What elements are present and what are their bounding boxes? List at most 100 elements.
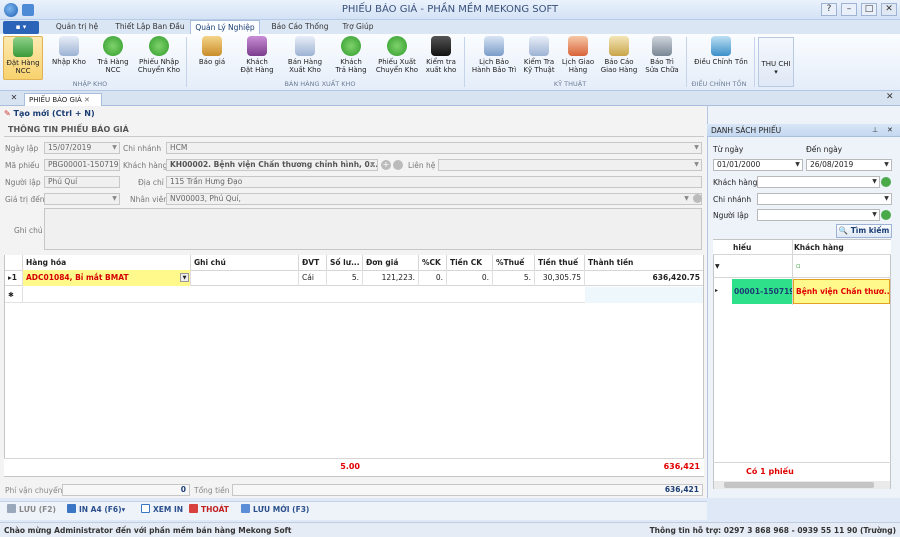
col-header-thanh-tien[interactable]: Thành tiền: [585, 255, 703, 270]
chevron-down-icon[interactable]: ▼: [870, 177, 879, 187]
tra-hang-ncc-button[interactable]: Trả Hàng NCC: [92, 36, 134, 80]
cell-tien-thue[interactable]: 30,305.75: [535, 270, 585, 286]
chevron-down-icon[interactable]: ▼: [692, 143, 701, 153]
chevron-down-icon[interactable]: ▼: [882, 194, 891, 204]
preview-button[interactable]: XEM IN: [138, 503, 186, 517]
new-row-total-cell[interactable]: [585, 287, 703, 303]
col-header-so-phieu[interactable]: hiếu: [733, 243, 751, 252]
col-header-ck[interactable]: %CK: [419, 255, 447, 270]
help-button[interactable]: ?: [821, 3, 837, 16]
phi-van-chuyen-field[interactable]: 0: [62, 484, 190, 496]
cell-ck[interactable]: 0.: [419, 270, 447, 286]
filter-row[interactable]: [713, 256, 891, 278]
refresh-icon[interactable]: [881, 177, 891, 187]
new-button[interactable]: ✎ Tạo mới (Ctrl + N): [4, 109, 95, 118]
col-header-thue[interactable]: %Thuế: [493, 255, 535, 270]
tab-bao-cao[interactable]: Báo Cáo Thống Kê: [266, 20, 334, 44]
close-window-button[interactable]: ✕: [881, 3, 897, 16]
khach-hang-field[interactable]: KH00002. Bệnh viện Chấn thương chỉnh hìn…: [166, 159, 378, 171]
nhan-vien-field[interactable]: NV00003, Phú Quí,: [166, 193, 702, 205]
pin-icon[interactable]: ⊥: [872, 126, 878, 134]
lich-giao-hang-button[interactable]: Lịch Giao Hàng: [560, 36, 596, 80]
tab-tro-giup[interactable]: Trợ Giúp: [338, 20, 378, 34]
row-phieu-cell[interactable]: 00001-150719: [732, 279, 792, 304]
tab-thiet-lap[interactable]: Thiết Lập Ban Đầu: [114, 20, 186, 34]
file-menu-button[interactable]: ▪ ▾: [3, 21, 39, 34]
chevron-down-icon[interactable]: ▼: [180, 273, 189, 282]
chi-nhanh-field[interactable]: HCM: [166, 142, 702, 154]
refresh-icon[interactable]: [393, 160, 403, 170]
nhap-kho-button[interactable]: Nhập Kho: [48, 36, 90, 80]
panel-menu-icon[interactable]: ✕: [886, 92, 894, 102]
chevron-down-icon[interactable]: ▼: [682, 194, 691, 204]
save-button[interactable]: LƯU (F2): [4, 503, 59, 517]
nguoi-lap-field[interactable]: Phú Quí: [44, 176, 120, 188]
dieu-chinh-ton-button[interactable]: Điều Chỉnh Tồn: [690, 36, 752, 80]
bao-gia-button[interactable]: Báo giá: [192, 36, 232, 80]
phieu-nhap-chuyen-kho-button[interactable]: Phiếu Nhập Chuyển Kho: [136, 36, 182, 80]
dat-hang-ncc-button[interactable]: Đặt Hàng NCC: [3, 36, 43, 80]
lich-bao-hanh-button[interactable]: Lịch Bảo Hành Bảo Trì: [468, 36, 520, 80]
close-icon[interactable]: ✕: [8, 93, 20, 104]
col-header-tien-ck[interactable]: Tiền CK: [447, 255, 493, 270]
col-header-so-luong[interactable]: Số lư...: [327, 255, 363, 270]
col-header-tien-thue[interactable]: Tiền thuế: [535, 255, 585, 270]
tab-quan-ly-nghiep-vu[interactable]: Quản Lý Nghiệp Vụ: [190, 20, 260, 45]
phieu-xuat-chuyen-kho-button[interactable]: Phiếu Xuất Chuyển Kho: [374, 36, 420, 80]
bao-tri-sua-chua-button[interactable]: Báo Trì Sửa Chữa: [642, 36, 682, 80]
thu-chi-menu-button[interactable]: THU CHI ▾: [758, 37, 794, 87]
ma-phieu-field[interactable]: PBG00001-150719: [44, 159, 120, 171]
chevron-down-icon[interactable]: ▼: [692, 160, 701, 170]
chevron-down-icon[interactable]: ▼: [110, 143, 119, 153]
close-tab-icon[interactable]: ✕: [84, 96, 90, 104]
tu-ngay-field[interactable]: 01/01/2000: [713, 159, 803, 171]
col-header-khach-hang[interactable]: Khách hàng: [794, 243, 844, 252]
tab-phieu-bao-gia[interactable]: PHIẾU BÁO GIÁ ✕: [24, 93, 102, 106]
save-new-button[interactable]: LƯU MỚI (F3): [238, 503, 312, 517]
ban-hang-xuat-kho-button[interactable]: Bán Hàng Xuất Kho: [282, 36, 328, 80]
col-header-hang-hoa[interactable]: Hàng hóa: [23, 255, 191, 270]
chevron-down-icon[interactable]: ▼: [870, 210, 879, 220]
cell-ghi-chu[interactable]: [191, 270, 299, 286]
row-khach-hang-cell[interactable]: Bệnh viện Chấn thươ...: [793, 279, 890, 304]
nl-filter-field[interactable]: [757, 209, 880, 221]
col-header-ghi-chu[interactable]: Ghi chú: [191, 255, 299, 270]
chevron-down-icon[interactable]: ▼: [110, 194, 119, 204]
cn-filter-field[interactable]: [757, 193, 892, 205]
col-header-dvt[interactable]: ĐVT: [299, 255, 327, 270]
chevron-down-icon[interactable]: ▼: [793, 160, 802, 170]
print-a4-button[interactable]: IN A4 (F6)▾: [64, 503, 128, 517]
exit-button[interactable]: THOÁT: [186, 503, 232, 517]
tab-quan-tri[interactable]: Quản trị hệ thống: [44, 20, 110, 44]
bao-cao-giao-hang-button[interactable]: Báo Cáo Giao Hàng: [598, 36, 640, 80]
dia-chi-field[interactable]: 115 Trần Hưng Đạo: [166, 176, 702, 188]
refresh-icon[interactable]: [881, 210, 891, 220]
filter-icon[interactable]: ▫: [796, 262, 801, 270]
kh-filter-field[interactable]: [757, 176, 880, 188]
add-customer-icon[interactable]: +: [381, 160, 391, 170]
col-header-don-gia[interactable]: Đơn giá: [363, 255, 419, 270]
ghi-chu-field[interactable]: [44, 208, 702, 250]
cell-tien-ck[interactable]: 0.: [447, 270, 493, 286]
search-button[interactable]: 🔍 Tìm kiếm: [836, 224, 892, 238]
ngay-lap-field[interactable]: 15/07/2019: [44, 142, 120, 154]
maximize-button[interactable]: □: [861, 3, 877, 16]
gia-tri-den-field[interactable]: [44, 193, 120, 205]
khach-tra-hang-button[interactable]: Khách Trả Hàng: [330, 36, 372, 80]
chevron-down-icon[interactable]: ▼: [882, 160, 891, 170]
cell-dvt[interactable]: Cái: [299, 270, 327, 286]
cell-hang-hoa[interactable]: ADC01084, Bỉ mắt BMAT: [23, 270, 191, 286]
chevron-down-icon[interactable]: ▼: [368, 160, 377, 170]
cell-thue[interactable]: 5.: [493, 270, 535, 286]
cell-thanh-tien[interactable]: 636,420.75: [585, 270, 703, 286]
refresh-icon[interactable]: [693, 194, 702, 203]
minimize-button[interactable]: –: [841, 3, 857, 16]
lien-he-field[interactable]: [438, 159, 702, 171]
kiem-tra-ky-thuat-button[interactable]: Kiểm Tra Kỹ Thuật: [520, 36, 558, 80]
kiem-tra-xuat-kho-button[interactable]: Kiểm tra xuất kho: [422, 36, 460, 80]
cell-so-luong[interactable]: 5.: [327, 270, 363, 286]
horizontal-scrollbar[interactable]: [714, 481, 890, 489]
khach-dat-hang-button[interactable]: Khách Đặt Hàng: [236, 36, 278, 80]
den-ngay-field[interactable]: 26/08/2019: [806, 159, 892, 171]
close-panel-icon[interactable]: ✕: [887, 126, 893, 134]
